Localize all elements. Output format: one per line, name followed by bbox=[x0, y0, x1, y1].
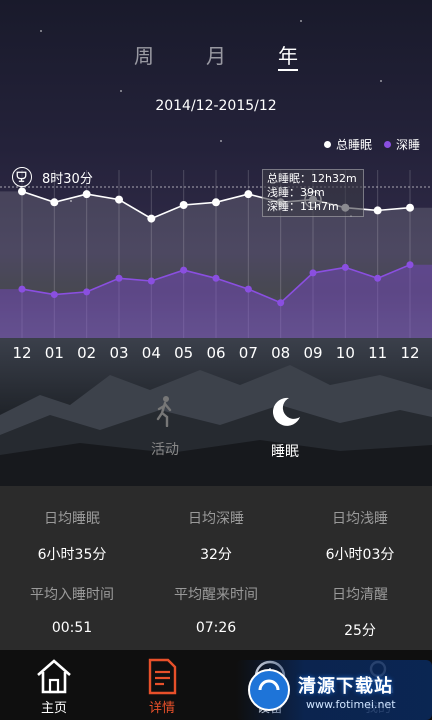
site-watermark: 清源下载站 www.fotimei.net bbox=[236, 660, 432, 720]
walking-icon bbox=[156, 396, 172, 428]
total-sleep-point[interactable] bbox=[82, 190, 91, 199]
stat-avg-bedtime: 平均入睡时间 00:51 bbox=[0, 584, 144, 636]
total-sleep-point[interactable] bbox=[212, 198, 220, 207]
total-sleep-point[interactable] bbox=[406, 203, 414, 212]
deep-sleep-point[interactable] bbox=[341, 263, 349, 271]
total-sleep-point[interactable] bbox=[115, 195, 123, 204]
chart-header-area: 周 月 年 2014/12-2015/12 总睡眠 深睡 8时30分 12 01… bbox=[0, 0, 432, 486]
nav-home[interactable]: 主页 bbox=[0, 650, 108, 720]
period-tabs: 周 月 年 bbox=[0, 40, 432, 71]
stat-avg-awake: 日均清醒 25分 bbox=[288, 584, 432, 640]
stat-name: 日均浅睡 bbox=[332, 511, 388, 527]
mode-tab-activity[interactable]: 活动 bbox=[120, 395, 210, 459]
total-sleep-point[interactable] bbox=[147, 214, 156, 223]
stat-value: 6小时03分 bbox=[325, 547, 395, 563]
nav-home-label: 主页 bbox=[40, 701, 67, 716]
deep-sleep-point[interactable] bbox=[277, 299, 285, 307]
watermark-url: www.fotimei.net bbox=[306, 698, 396, 711]
deep-sleep-point[interactable] bbox=[406, 261, 414, 269]
total-sleep-point[interactable] bbox=[18, 187, 26, 196]
tab-week[interactable]: 周 bbox=[114, 40, 174, 69]
moon-icon bbox=[272, 397, 300, 426]
stat-value: 25分 bbox=[344, 623, 376, 639]
tab-year-label: 年 bbox=[278, 44, 298, 68]
stat-name: 日均睡眠 bbox=[44, 511, 100, 527]
stat-name: 日均深睡 bbox=[188, 511, 244, 527]
stat-name: 平均入睡时间 bbox=[30, 587, 114, 603]
tooltip-total: 总睡眠：12h32m bbox=[267, 172, 357, 185]
stat-name: 日均清醒 bbox=[332, 587, 388, 603]
stat-value: 00:51 bbox=[51, 620, 93, 636]
stat-avg-sleep: 日均睡眠 6小时35分 bbox=[0, 508, 144, 564]
deep-sleep-point[interactable] bbox=[212, 274, 220, 282]
deep-sleep-point[interactable] bbox=[309, 269, 317, 277]
total-sleep-point[interactable] bbox=[179, 201, 188, 209]
nav-details[interactable]: 详情 bbox=[108, 650, 216, 720]
deep-sleep-point[interactable] bbox=[18, 285, 26, 293]
tab-year[interactable]: 年 bbox=[258, 40, 318, 71]
watermark-title: 清源下载站 bbox=[298, 676, 393, 697]
chart-tooltip: 总睡眠：12h32m 浅睡：39m 深睡：11h7m bbox=[262, 169, 364, 217]
sleep-stats-panel: 日均睡眠 6小时35分 日均深睡 32分 日均浅睡 6小时03分 平均入睡时间 … bbox=[0, 486, 432, 650]
mode-tab-activity-label: 活动 bbox=[151, 442, 179, 458]
tooltip-light: 浅睡：39m bbox=[267, 186, 325, 199]
deep-sleep-point[interactable] bbox=[147, 277, 155, 285]
deep-sleep-point[interactable] bbox=[244, 285, 252, 293]
tab-month[interactable]: 月 bbox=[186, 40, 246, 69]
tab-year-underline bbox=[278, 69, 298, 71]
nav-details-label: 详情 bbox=[148, 701, 175, 716]
legend-total-dot bbox=[323, 140, 331, 148]
stat-value: 6小时35分 bbox=[37, 547, 107, 563]
mode-tab-sleep-label: 睡眠 bbox=[271, 444, 299, 460]
deep-sleep-point[interactable] bbox=[374, 274, 382, 282]
stat-name: 平均醒来时间 bbox=[174, 587, 258, 603]
stat-avg-wake: 平均醒来时间 07:26 bbox=[144, 584, 288, 636]
mode-tabs: 活动 睡眠 bbox=[0, 395, 432, 475]
document-icon bbox=[148, 658, 177, 695]
deep-sleep-point[interactable] bbox=[115, 274, 123, 282]
deep-sleep-point[interactable] bbox=[83, 288, 91, 296]
stat-value: 07:26 bbox=[195, 620, 237, 636]
deep-sleep-point[interactable] bbox=[180, 266, 188, 274]
stat-avg-light: 日均浅睡 6小时03分 bbox=[288, 508, 432, 564]
total-sleep-point[interactable] bbox=[50, 198, 59, 207]
deep-sleep-point[interactable] bbox=[50, 291, 58, 299]
date-range: 2014/12-2015/12 bbox=[155, 98, 277, 114]
watermark-logo-icon bbox=[248, 669, 290, 711]
stat-value: 32分 bbox=[200, 547, 232, 563]
stat-avg-deep: 日均深睡 32分 bbox=[144, 508, 288, 564]
sleep-chart[interactable]: 12 01 02 03 04 05 06 07 08 09 10 11 12 bbox=[0, 150, 432, 370]
total-sleep-point[interactable] bbox=[244, 190, 253, 199]
home-icon bbox=[37, 659, 71, 694]
mode-tab-sleep[interactable]: 睡眠 bbox=[240, 395, 330, 461]
total-sleep-point[interactable] bbox=[373, 206, 382, 215]
legend-deep-dot bbox=[383, 140, 391, 148]
tooltip-deep: 深睡：11h7m bbox=[267, 200, 339, 213]
